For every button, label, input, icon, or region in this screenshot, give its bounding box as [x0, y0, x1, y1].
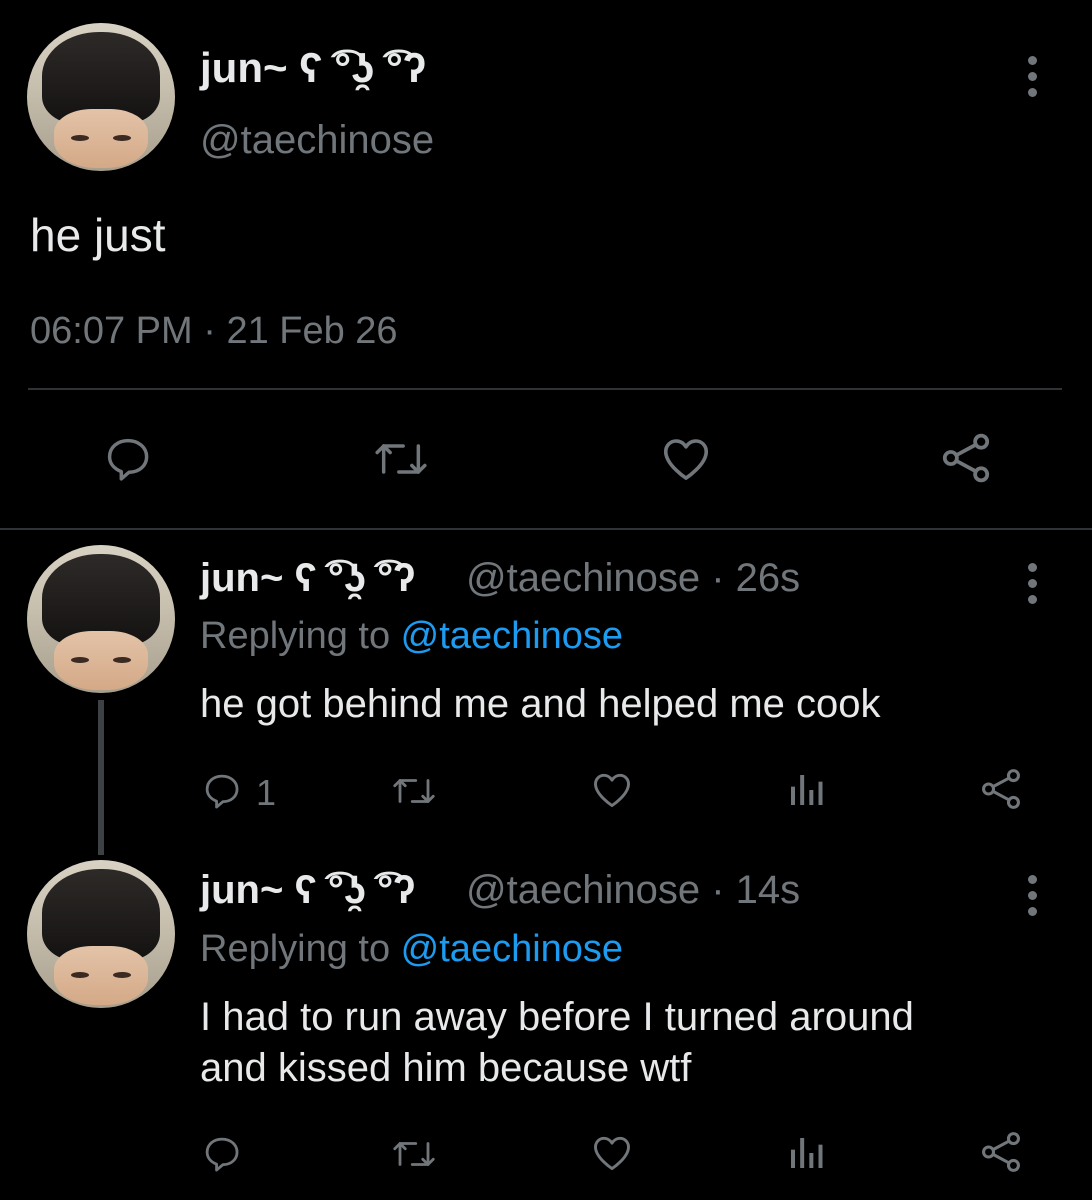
more-icon[interactable] [1020, 563, 1044, 604]
like-icon[interactable] [590, 1131, 634, 1175]
display-name[interactable]: jun~ ʕ ͡°ʖ̯ ͡°ʔ [200, 44, 426, 92]
section-divider [0, 528, 1092, 530]
tweet-age: · 14s [711, 868, 801, 912]
share-icon[interactable] [978, 766, 1024, 812]
reply-handle-age[interactable]: @taechinose · 26s [466, 556, 800, 601]
more-icon[interactable] [1020, 875, 1044, 916]
replying-to-prefix: Replying to [200, 928, 401, 970]
analytics-icon[interactable] [786, 1133, 826, 1173]
reply-handle-age[interactable]: @taechinose · 14s [466, 868, 800, 913]
handle[interactable]: @taechinose [200, 118, 434, 163]
replying-to-prefix: Replying to [200, 615, 401, 657]
avatar[interactable] [27, 860, 175, 1008]
analytics-icon[interactable] [786, 770, 826, 810]
reply-icon[interactable] [201, 770, 243, 812]
replying-to: Replying to @taechinose [200, 615, 623, 658]
more-icon[interactable] [1020, 56, 1044, 97]
share-icon[interactable] [978, 1129, 1024, 1175]
retweet-icon[interactable] [390, 770, 438, 812]
display-name[interactable]: jun~ ʕ ͡°ʖ̯ ͡°ʔ [200, 556, 415, 601]
reply-icon[interactable] [102, 433, 154, 485]
tweet-text-line-2: and kissed him because wtf [200, 1046, 692, 1090]
tweet-text: he got behind me and helped me cook [200, 682, 881, 726]
tweet-timestamp[interactable]: 06:07 PM · 21 Feb 26 [30, 310, 398, 353]
divider [28, 388, 1062, 390]
display-name[interactable]: jun~ ʕ ͡°ʖ̯ ͡°ʔ [200, 868, 415, 913]
share-icon[interactable] [938, 430, 994, 486]
handle: @taechinose [466, 556, 701, 600]
meta-separator: · [203, 310, 216, 352]
thread-connector [98, 700, 104, 855]
avatar[interactable] [27, 545, 175, 693]
replying-to-mention[interactable]: @taechinose [401, 928, 623, 970]
reply-icon[interactable] [201, 1133, 243, 1175]
like-icon[interactable] [658, 432, 714, 486]
retweet-icon[interactable] [390, 1133, 438, 1175]
tweet-text-line-1: I had to run away before I turned around [200, 995, 914, 1039]
replying-to: Replying to @taechinose [200, 928, 623, 971]
retweet-icon[interactable] [372, 433, 430, 485]
handle: @taechinose [466, 868, 701, 912]
tweet-date: 21 Feb 26 [226, 310, 398, 352]
tweet-time: 06:07 PM [30, 310, 193, 352]
reply-count: 1 [256, 772, 277, 813]
tweet-text: he just [30, 209, 166, 261]
tweet-age: · 26s [711, 556, 801, 600]
replying-to-mention[interactable]: @taechinose [401, 615, 623, 657]
avatar[interactable] [27, 23, 175, 171]
like-icon[interactable] [590, 768, 634, 812]
